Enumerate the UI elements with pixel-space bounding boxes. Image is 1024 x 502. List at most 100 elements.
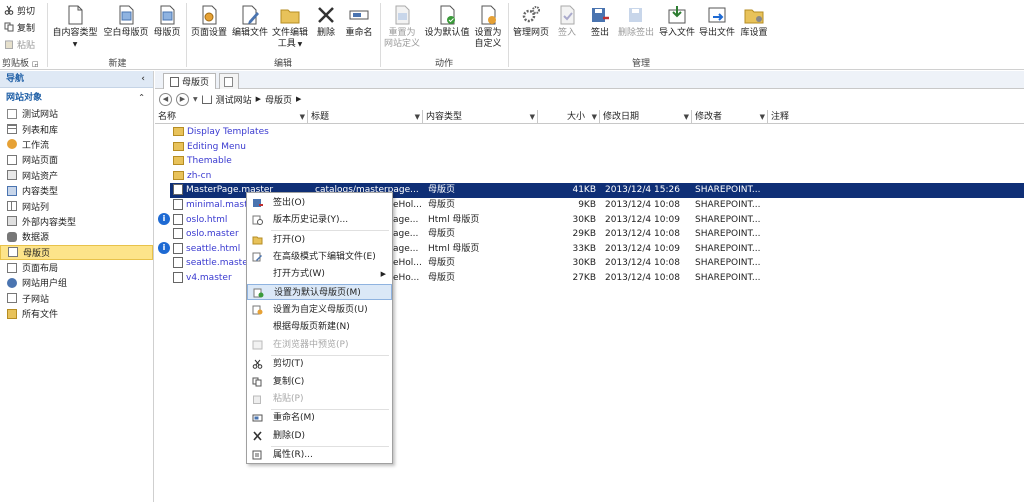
nav-item-site-pages[interactable]: 网站页面 (0, 152, 153, 167)
checkout-button[interactable]: 签出 (586, 4, 614, 39)
site-objects-header[interactable]: 网站对象 ⌃ (0, 88, 153, 106)
filter-dropdown-icon[interactable]: ▼ (415, 110, 420, 124)
list-item-folder[interactable]: Editing Menu (170, 140, 1024, 155)
collapse-up-icon[interactable]: ⌃ (138, 88, 145, 108)
new-master-button[interactable]: 母版页 (152, 4, 182, 39)
master-page-icon (160, 5, 175, 25)
set-custom-icon (252, 305, 263, 315)
edit-file-button[interactable]: 编辑文件 (230, 4, 270, 39)
menu-item-version-history[interactable]: 版本历史记录(Y)... (247, 212, 392, 228)
menu-item-properties[interactable]: 属性(R)... (247, 447, 392, 463)
rename-button[interactable]: 重命名 (342, 4, 376, 39)
filter-dropdown-icon[interactable]: ▼ (684, 110, 689, 124)
checkin-button[interactable]: 签入 (554, 4, 580, 39)
nav-item-lists[interactable]: 列表和库 (0, 121, 153, 136)
menu-item-open[interactable]: 打开(O) (247, 232, 392, 248)
chevron-right-icon[interactable]: ▶ (296, 95, 301, 103)
nav-item-site-columns[interactable]: 网站列 (0, 198, 153, 213)
reset-label-2: 网站定义 (383, 39, 420, 49)
menu-item-paste[interactable]: 粘贴(P) (247, 391, 392, 407)
column-title-label: 标题 (311, 112, 330, 122)
column-size[interactable]: 大小 ▼ (538, 110, 600, 124)
file-modified-by: SHAREPOINT... (695, 229, 761, 240)
menu-item-rename[interactable]: 重命名(M) (247, 410, 392, 426)
menu-item-set-default-master[interactable]: 设置为默认母版页(M) (247, 284, 392, 300)
export-files-button[interactable]: 导出文件 (698, 4, 736, 39)
file-edit-tools-button[interactable]: 文件编辑 工具 ▼ (270, 4, 310, 50)
filter-dropdown-icon[interactable]: ▼ (530, 110, 535, 124)
export-files-label: 导出文件 (698, 28, 735, 38)
collapse-icon[interactable]: ‹ (141, 71, 145, 88)
nav-item-site[interactable]: 测试网站 (0, 106, 153, 121)
group-edit-label: 编辑 (273, 59, 292, 69)
nav-item-data-sources[interactable]: 数据源 (0, 229, 153, 244)
paste-button[interactable]: 粘贴 (4, 37, 35, 51)
menu-item-open-with[interactable]: 打开方式(W) ▶ (247, 266, 392, 282)
set-custom-button[interactable]: 设置为 自定义 (472, 4, 504, 50)
filter-dropdown-icon[interactable]: ▼ (300, 110, 305, 124)
nav-item-label: 网站资产 (22, 171, 59, 182)
info-icon: i (158, 242, 170, 254)
filter-dropdown-icon[interactable]: ▼ (760, 110, 765, 124)
breadcrumb-page[interactable]: 母版页 (265, 93, 292, 106)
nav-item-external-content-types[interactable]: 外部内容类型 (0, 214, 153, 229)
nav-item-all-files[interactable]: 所有文件 (0, 306, 153, 321)
column-content-type[interactable]: 内容类型 ▼ (423, 110, 538, 124)
list-item-folder[interactable]: Themable (170, 154, 1024, 169)
list-item-folder[interactable]: zh-cn (170, 169, 1024, 184)
master-page-icon (170, 76, 179, 87)
filter-dropdown-icon[interactable]: ▼ (592, 110, 597, 124)
paste-icon (253, 395, 261, 404)
set-default-button[interactable]: 设为默认值 (422, 4, 472, 39)
column-title[interactable]: 标题 ▼ (308, 110, 423, 124)
menu-item-set-custom-master[interactable]: 设置为自定义母版页(U) (247, 302, 392, 318)
nav-item-label: 网站用户组 (22, 279, 68, 290)
chevron-right-icon[interactable]: ▶ (256, 95, 261, 103)
library-settings-button[interactable]: 库设置 (737, 4, 771, 39)
from-content-type-button[interactable]: 自内容类型 ▼ (50, 4, 100, 50)
nav-item-site-groups[interactable]: 网站用户组 (0, 275, 153, 290)
cut-button[interactable]: 剪切 (4, 3, 35, 17)
menu-item-preview-browser[interactable]: 在浏览器中预览(P) (247, 337, 392, 353)
nav-item-page-layouts[interactable]: 页面布局 (0, 260, 153, 275)
reset-site-def-button[interactable]: 重置为 网站定义 (382, 4, 422, 50)
nav-item-master-pages[interactable]: 母版页 (0, 244, 153, 260)
file-size: 27KB (572, 273, 596, 283)
menu-item-checkout[interactable]: 签出(O) (247, 195, 392, 211)
column-modified-date[interactable]: 修改日期 ▼ (600, 110, 692, 124)
menu-item-delete[interactable]: 删除(D) (247, 428, 392, 444)
nav-item-label: 列表和库 (22, 125, 59, 136)
history-dropdown-icon[interactable]: ▼ (193, 96, 198, 103)
menu-item-label: 设置为默认母版页(M) (274, 288, 361, 298)
menu-item-copy[interactable]: 复制(C) (247, 374, 392, 390)
breadcrumb-site[interactable]: 测试网站 (216, 93, 252, 106)
file-title: eHo... (393, 273, 420, 283)
import-files-button[interactable]: 导入文件 (658, 4, 696, 39)
menu-item-edit-advanced[interactable]: 在高级模式下编辑文件(E) (247, 249, 392, 265)
master-page-icon (119, 5, 134, 25)
html-file-icon (173, 242, 183, 254)
column-modified-by[interactable]: 修改者 ▼ (692, 110, 768, 124)
file-modified-date: 2013/12/4 10:08 (605, 273, 680, 283)
list-item-folder[interactable]: Display Templates (170, 125, 1024, 140)
blank-master-button[interactable]: 空白母版页 (101, 4, 151, 39)
nav-item-content-types[interactable]: 内容类型 (0, 183, 153, 198)
nav-item-workflows[interactable]: 工作流 (0, 137, 153, 152)
address-bar: ◀ ▶ ▼ 测试网站 ▶ 母版页 ▶ (155, 90, 1024, 108)
column-comments[interactable]: 注释 (768, 110, 1024, 124)
back-icon[interactable]: ◀ (159, 92, 172, 106)
menu-item-new-from-master[interactable]: 根据母版页新建(N) (247, 319, 392, 335)
menu-item-cut[interactable]: 剪切(T) (247, 356, 392, 372)
site-objects-label: 网站对象 (6, 93, 43, 103)
discard-checkout-button[interactable]: 删除签出 (616, 4, 656, 39)
copy-button[interactable]: 复制 (4, 20, 35, 34)
forward-icon[interactable]: ▶ (176, 92, 189, 106)
tab-master-pages[interactable]: 母版页 (163, 73, 217, 89)
column-name[interactable]: 名称 ▼ (155, 110, 308, 124)
nav-item-site-assets[interactable]: 网站资产 (0, 168, 153, 183)
admin-page-button[interactable]: 管理网页 (510, 4, 552, 39)
delete-button[interactable]: 删除 (312, 4, 340, 39)
new-tab-button[interactable] (219, 73, 239, 89)
page-layout-button[interactable]: 页面设置 (188, 4, 230, 39)
nav-item-subsites[interactable]: 子网站 (0, 291, 153, 306)
